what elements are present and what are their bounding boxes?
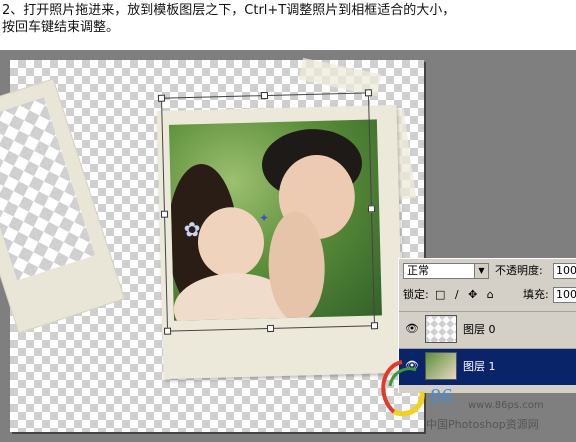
left-frame-transparent-area [0,97,96,281]
watermark-brand: 86 [430,386,453,407]
instruction-text: 2、打开照片拖进来，放到模板图层之下，Ctrl+T调整照片到相框适合的大小， 按… [2,2,574,36]
watermark-logo-icon [381,360,425,417]
transform-handle-bottom-left[interactable] [163,327,172,335]
instruction-line-2: 按回车键结束调整。 [2,20,120,35]
site-watermark: 86 www.86ps.com 中国Photoshop资源网 [372,356,576,442]
watermark-site-name: 中国Photoshop资源网 [426,418,539,431]
blend-mode-select[interactable]: 正常 ▼ [403,263,489,279]
dropdown-arrow-icon[interactable]: ▼ [474,264,488,278]
transform-handle-bottom-right[interactable] [370,322,379,330]
transform-handle-top-right[interactable] [364,89,373,97]
opacity-input[interactable]: 100% [553,263,576,279]
lock-label: 锁定: [403,288,429,301]
lock-options-icons[interactable]: □ ∕ ✥ ⌂ [435,288,497,301]
instruction-line-1: 2、打开照片拖进来，放到模板图层之下，Ctrl+T调整照片到相框适合的大小， [2,3,456,18]
layer-thumbnail [425,315,457,343]
layer-name: 图层 0 [463,323,496,336]
left-polaroid-frame [0,78,126,334]
layer-row-layer-0[interactable]: 👁 图层 0 [399,311,576,348]
transform-handle-middle-right[interactable] [367,205,376,213]
fill-label: 填充: [523,288,549,301]
opacity-label: 不透明度: [495,264,543,277]
fill-input[interactable]: 100% [553,287,576,303]
visibility-eye-icon[interactable]: 👁 [405,323,419,335]
transform-handle-middle-left[interactable] [160,210,169,218]
transform-handle-bottom-center[interactable] [266,324,275,333]
watermark-url: www.86ps.com [468,400,544,411]
transform-handle-top-center[interactable] [260,91,269,100]
transform-center-point-icon[interactable]: ✦ [258,212,270,224]
blend-mode-value: 正常 [407,264,429,277]
transform-handle-top-left[interactable] [157,94,166,102]
